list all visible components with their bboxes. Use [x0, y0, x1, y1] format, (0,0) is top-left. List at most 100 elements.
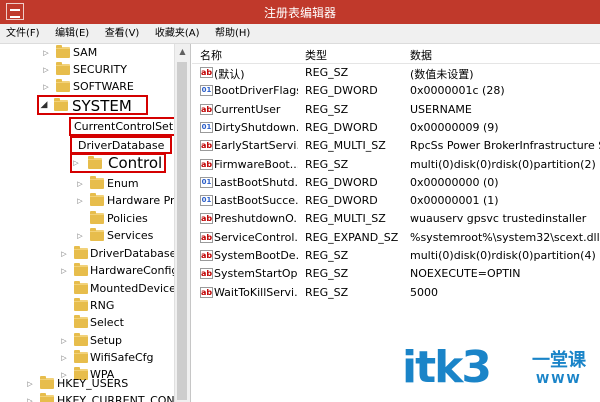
value-row[interactable]: ab SystemBootDe... REG_SZ multi(0)disk(0)rd…	[192, 247, 600, 265]
folder-icon	[90, 176, 104, 189]
value-name: LastBootSucce...	[214, 194, 298, 208]
value-name: ServiceControl...	[214, 230, 298, 244]
value-type: REG_DWORD	[305, 120, 378, 134]
expand-icon[interactable]: ▷	[26, 375, 34, 393]
folder-icon	[56, 45, 70, 58]
value-type: REG_SZ	[305, 267, 349, 281]
column-header-type[interactable]: 类型	[305, 47, 327, 63]
tree-item-sam[interactable]: ▷ SAM	[0, 44, 174, 62]
window-title: 注册表编辑器	[263, 6, 336, 20]
string-value-icon: ab	[200, 140, 213, 152]
value-row[interactable]: ab EarlyStartServi... REG_MULTI_SZ RpcSs Po…	[192, 137, 600, 155]
tree-item-hkey-users[interactable]: ▷ HKEY_USERS	[0, 375, 174, 393]
expand-icon[interactable]: ▷	[42, 61, 50, 79]
tree-label: SAM	[73, 46, 98, 59]
tree-item-hardware-profiles[interactable]: ▷ Hardware Pro	[0, 192, 181, 210]
value-type: REG_SZ	[305, 157, 349, 171]
tree-item-enum[interactable]: ▷ Enum	[0, 175, 174, 193]
value-row[interactable]: 01 DirtyShutdown... REG_DWORD 0x00000009 (9…	[192, 119, 600, 137]
value-row[interactable]: ab PreshutdownO... REG_MULTI_SZ wuauserv gp…	[192, 210, 600, 228]
tree-scrollbar[interactable]: ▲	[174, 44, 190, 402]
tree-item-setup[interactable]: ▷ Setup	[0, 332, 174, 350]
tree-label: HKEY_CURRENT_CONF	[57, 394, 181, 402]
column-header-name[interactable]: 名称	[200, 47, 222, 63]
value-name: DirtyShutdown...	[214, 120, 298, 134]
string-value-icon: ab	[200, 103, 213, 115]
string-value-icon: ab	[200, 213, 213, 225]
folder-icon	[90, 193, 104, 206]
value-type: REG_DWORD	[305, 175, 378, 189]
tree-item-driverdatabase[interactable]: ▷ DriverDatabase	[0, 245, 176, 263]
value-type: REG_DWORD	[305, 84, 378, 98]
menu-help[interactable]: 帮助(H)	[209, 24, 256, 43]
value-row[interactable]: ab ServiceControl... REG_EXPAND_SZ %systemr…	[192, 229, 600, 247]
value-type: REG_DWORD	[305, 194, 378, 208]
binary-value-icon: 01	[200, 176, 213, 188]
tree-item-hkey-current-config[interactable]: ▷ HKEY_CURRENT_CONF	[0, 392, 181, 402]
tree-label: MountedDevices	[90, 282, 182, 295]
scrollbar-thumb[interactable]	[177, 62, 187, 400]
value-row[interactable]: 01 LastBootShutd... REG_DWORD 0x00000000 (0…	[192, 174, 600, 192]
expand-icon[interactable]: ▷	[76, 227, 84, 245]
tree-item-mounteddevices[interactable]: MountedDevices	[0, 280, 182, 298]
expand-icon[interactable]: ▷	[60, 245, 68, 263]
tree-label: HardwareConfig	[90, 264, 179, 277]
value-name: CurrentUser	[214, 102, 281, 116]
binary-value-icon: 01	[200, 85, 213, 97]
binary-value-icon: 01	[200, 195, 213, 207]
value-type: REG_MULTI_SZ	[305, 212, 386, 226]
value-type: REG_MULTI_SZ	[305, 139, 386, 153]
value-name: FirmwareBoot...	[214, 157, 298, 171]
value-data: wuauserv gpsvc trustedinstaller	[410, 212, 587, 226]
binary-value-icon: 01	[200, 121, 213, 133]
tree-item-wifisafecfg[interactable]: ▷ WifiSafeCfg	[0, 349, 174, 367]
menu-edit[interactable]: 编辑(E)	[49, 24, 95, 43]
value-row[interactable]: abSystemStartOp... REG_SZ NOEXECUTE=OPTIN	[192, 265, 600, 283]
key-tree[interactable]: ▷ SAM ▷ SECURITY ▷ SOFTWARE ◢ SYSTEM Cur…	[0, 44, 191, 402]
value-row[interactable]: 01 LastBootSucce... REG_DWORD 0x00000001 (1…	[192, 192, 600, 210]
value-data: multi(0)disk(0)rdisk(0)partition(4)	[410, 249, 596, 262]
value-row[interactable]: 01 BootDriverFlags REG_DWORD 0x0000001c (28…	[192, 82, 600, 100]
tree-label: RNG	[90, 299, 115, 312]
value-row[interactable]: ab (默认) REG_SZ (数值未设置)	[192, 64, 600, 82]
tree-item-services[interactable]: ▷ Services	[0, 227, 174, 245]
folder-icon	[74, 281, 88, 294]
expand-icon[interactable]: ▷	[60, 349, 68, 367]
string-value-icon: ab	[200, 231, 213, 243]
highlight-box	[37, 95, 148, 115]
highlight-box	[70, 153, 166, 173]
value-row[interactable]: ab WaitToKillServi... REG_SZ 5000	[192, 284, 600, 302]
folder-icon	[74, 246, 88, 259]
tree-item-select[interactable]: Select	[0, 314, 174, 332]
expand-icon[interactable]: ▷	[76, 175, 84, 193]
tree-label: Setup	[90, 334, 123, 347]
tree-item-policies[interactable]: Policies	[0, 210, 174, 228]
value-type: REG_SZ	[305, 66, 349, 79]
value-row[interactable]: ab CurrentUser REG_SZ USERNAME	[192, 101, 600, 119]
value-name: (默认)	[214, 68, 245, 81]
menu-favorites[interactable]: 收藏夹(A)	[149, 24, 206, 43]
menu-view[interactable]: 查看(V)	[99, 24, 146, 43]
folder-icon	[40, 376, 54, 389]
menu-file[interactable]: 文件(F)	[0, 24, 46, 43]
highlight-box	[69, 117, 179, 136]
tree-label: Services	[107, 229, 154, 242]
expand-icon[interactable]: ▷	[76, 192, 84, 210]
scroll-up-arrow-icon[interactable]: ▲	[175, 44, 190, 60]
string-value-icon: ab	[200, 67, 213, 78]
tree-item-software[interactable]: ▷ SOFTWARE	[0, 78, 174, 96]
column-header-data[interactable]: 数据	[410, 47, 432, 63]
value-data: NOEXECUTE=OPTIN	[410, 267, 521, 281]
expand-icon[interactable]: ▷	[60, 332, 68, 350]
expand-icon[interactable]: ▷	[26, 392, 34, 402]
tree-item-rng[interactable]: RNG	[0, 297, 174, 315]
tree-item-security[interactable]: ▷ SECURITY	[0, 61, 174, 79]
expand-icon[interactable]: ▷	[42, 78, 50, 96]
folder-icon	[74, 315, 88, 328]
folder-icon	[56, 62, 70, 75]
value-row[interactable]: ab FirmwareBoot... REG_SZ multi(0)disk(0)rd…	[192, 156, 600, 174]
tree-label: SECURITY	[73, 63, 127, 76]
expand-icon[interactable]: ▷	[42, 44, 50, 62]
expand-icon[interactable]: ▷	[60, 262, 68, 280]
tree-item-hardwareconfig[interactable]: ▷ HardwareConfig	[0, 262, 178, 280]
